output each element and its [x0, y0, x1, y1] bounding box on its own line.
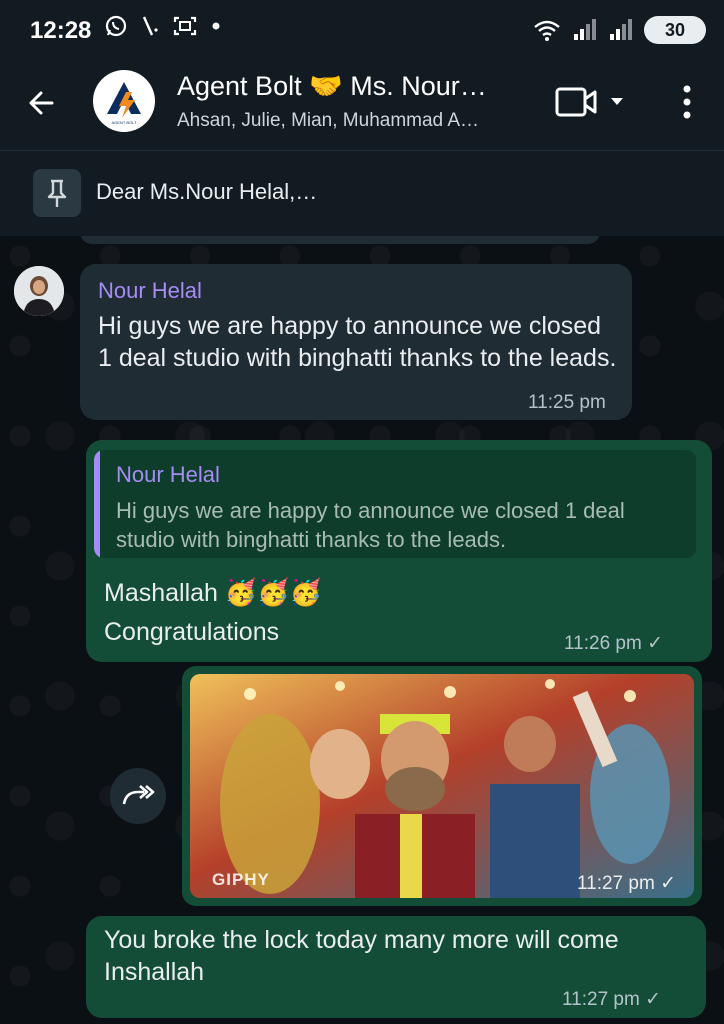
forward-button[interactable] [110, 768, 166, 824]
quoted-sender-name: Nour Helal [116, 462, 220, 487]
pin-icon [47, 179, 67, 207]
incoming-message[interactable]: Nour Helal Hi guys we are happy to annou… [80, 264, 632, 420]
chat-title[interactable]: Agent Bolt 🤝 Ms. Nour… [177, 70, 487, 102]
message-text: You broke the lock today many more will … [104, 926, 619, 986]
forward-icon [122, 785, 155, 805]
scan-icon [173, 16, 197, 36]
dot-icon [212, 22, 220, 30]
slash-icon [142, 16, 158, 36]
message-time-row: 11:27 pm ✓ [562, 988, 661, 1011]
sender-name[interactable]: Nour Helal [98, 278, 202, 304]
status-bar: 12:28 30 [0, 0, 724, 62]
message-text-line-1: Mashallah 🥳🥳🥳 [104, 574, 322, 611]
previous-message-edge [80, 236, 600, 244]
status-time: 12:28 [30, 17, 92, 44]
signal-icon [574, 19, 596, 40]
message-text: Hi guys we are happy to announce we clos… [98, 312, 617, 372]
message-time: 11:27 pm [562, 989, 640, 1010]
message-time-row: 11:26 pm ✓ [564, 632, 663, 655]
more-options-icon[interactable] [670, 80, 704, 124]
battery-indicator: 30 [644, 16, 706, 44]
quote-accent-bar [94, 450, 100, 558]
giphy-watermark: GIPHY [212, 870, 270, 889]
wifi-icon [534, 20, 560, 41]
party-face-emoji: 🥳🥳🥳 [224, 577, 323, 607]
message-time: 11:27 pm [576, 873, 655, 894]
message-time: 11:26 pm [564, 633, 642, 654]
message-text-line-2: Congratulations [104, 618, 280, 646]
chat-header: AGENT BOLT Agent Bolt 🤝 Ms. Nour… Ahsan,… [0, 62, 724, 150]
whatsapp-icon [105, 15, 127, 37]
pinned-message-bar[interactable]: Dear Ms.Nour Helal,… [0, 150, 724, 237]
chat-area[interactable]: Nour Helal Hi guys we are happy to annou… [0, 236, 724, 1024]
party-scene-image [190, 674, 694, 898]
avatar[interactable] [14, 266, 64, 316]
quoted-message[interactable]: Nour Helal Hi guys we are happy to annou… [94, 450, 696, 558]
group-avatar[interactable]: AGENT BOLT [93, 70, 155, 132]
pin-icon-container [33, 169, 81, 217]
message-text: Mashallah [104, 579, 218, 607]
gif-image[interactable]: GIPHY 11:27 pm ✓ [190, 674, 694, 898]
outgoing-message[interactable]: You broke the lock today many more will … [86, 916, 706, 1018]
status-icons [104, 14, 222, 38]
message-time: 11:25 pm [528, 392, 606, 413]
outgoing-message-reply[interactable]: Nour Helal Hi guys we are happy to annou… [86, 440, 712, 662]
pinned-message-text: Dear Ms.Nour Helal,… [96, 179, 318, 204]
video-call-icon[interactable] [553, 84, 633, 120]
status-right: 30 [532, 16, 706, 44]
quoted-text: Hi guys we are happy to announce we clos… [116, 498, 625, 552]
chat-members[interactable]: Ahsan, Julie, Mian, Muhammad A… [177, 110, 479, 132]
gif-time-row: 11:27 pm ✓ [577, 872, 676, 895]
sent-check-icon: ✓ [660, 873, 676, 894]
sent-check-icon: ✓ [645, 989, 662, 1010]
sent-check-icon: ✓ [647, 633, 664, 654]
back-arrow-icon[interactable] [20, 80, 66, 126]
outgoing-gif-message[interactable]: GIPHY 11:27 pm ✓ [182, 666, 702, 906]
logo-text: AGENT BOLT [112, 120, 138, 125]
signal-icon-2 [610, 19, 632, 40]
agent-bolt-logo-icon: AGENT BOLT [107, 82, 141, 125]
profile-photo-icon [14, 266, 64, 316]
